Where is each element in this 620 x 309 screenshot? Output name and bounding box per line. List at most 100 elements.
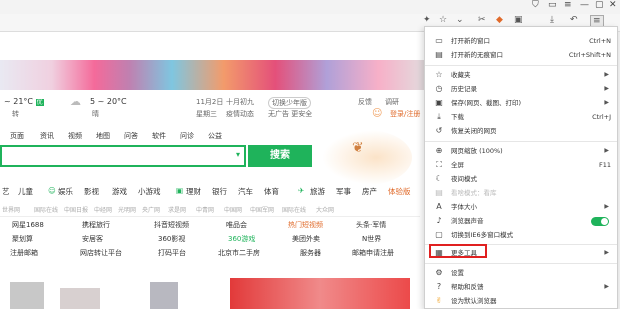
- site-link[interactable]: 头条·军情: [356, 220, 386, 230]
- site-link[interactable]: 唯品会: [226, 220, 247, 230]
- maximize-icon[interactable]: ▢: [595, 0, 604, 10]
- category-item[interactable]: 汽车: [238, 186, 253, 197]
- site-link[interactable]: 热门短视频: [288, 220, 323, 230]
- sound-toggle[interactable]: [591, 217, 609, 226]
- site-link[interactable]: 网星1688: [12, 220, 44, 230]
- site-link[interactable]: 注册邮箱: [10, 248, 38, 258]
- weather-today[interactable]: ~ 21°C 优: [4, 97, 44, 106]
- display-icon[interactable]: ▭: [548, 0, 557, 10]
- category-item[interactable]: 房产: [362, 186, 377, 197]
- tab-map[interactable]: 地图: [96, 131, 110, 141]
- menu-item-default-browser[interactable]: ✌ 设为默认浏览器: [425, 295, 617, 307]
- survey-link[interactable]: 调研: [385, 97, 399, 107]
- close-icon[interactable]: ✕: [609, 0, 617, 10]
- menu-item-font-size[interactable]: A 字体大小 ▶: [425, 201, 617, 213]
- shirt-icon[interactable]: ⛉: [532, 0, 539, 10]
- sparkle-icon[interactable]: ✦: [423, 15, 431, 25]
- site-link[interactable]: 北京市二手房: [218, 248, 260, 258]
- tab-software[interactable]: 软件: [152, 131, 166, 141]
- site-link[interactable]: 360影视: [158, 234, 185, 244]
- news-link[interactable]: 大众网: [316, 205, 334, 214]
- news-link[interactable]: 央广网: [142, 205, 160, 214]
- covid-link[interactable]: 疫情动态: [226, 109, 254, 119]
- category-item[interactable]: 旅游: [310, 186, 325, 197]
- tab-news[interactable]: 资讯: [40, 131, 54, 141]
- news-link[interactable]: 中国军网: [250, 205, 274, 214]
- news-link[interactable]: 求是网: [168, 205, 186, 214]
- menu-item-private-window[interactable]: ▤ 打开新的无痕窗口 Ctrl+Shift+N: [425, 49, 617, 61]
- menu-item-download[interactable]: ⤓ 下载 Ctrl+J: [425, 111, 617, 123]
- thumbnail[interactable]: [150, 282, 178, 309]
- thumbnail[interactable]: [60, 288, 100, 309]
- menu-item-sound[interactable]: ♪ 浏览器声音: [425, 215, 617, 227]
- promo-image[interactable]: [230, 278, 410, 309]
- category-item[interactable]: 体育: [264, 186, 279, 197]
- tab-charity[interactable]: 公益: [208, 131, 222, 141]
- category-item[interactable]: 娱乐: [58, 186, 73, 197]
- undo-icon[interactable]: ↶: [570, 15, 578, 25]
- category-item[interactable]: 银行: [212, 186, 227, 197]
- extension-icon[interactable]: ◆: [496, 15, 503, 25]
- site-link[interactable]: 服务器: [300, 248, 321, 258]
- search-input[interactable]: ▾: [0, 145, 246, 167]
- site-link[interactable]: 邮箱申请注册: [352, 248, 394, 258]
- minimize-icon[interactable]: —: [580, 0, 589, 10]
- site-link[interactable]: 网店转让平台: [80, 248, 122, 258]
- capture-icon[interactable]: ▣: [514, 15, 523, 25]
- site-link[interactable]: 美团外卖: [292, 234, 320, 244]
- menu-item-favorites[interactable]: ☆ 收藏夹 ▶: [425, 69, 617, 81]
- news-link[interactable]: 国际在线: [282, 205, 306, 214]
- menu-item-history[interactable]: ◷ 历史记录 ▶: [425, 83, 617, 95]
- site-link[interactable]: 安居客: [82, 234, 103, 244]
- news-link[interactable]: 国际在线: [34, 205, 58, 214]
- menu-item-fullscreen[interactable]: ⛶ 全屏 F11: [425, 159, 617, 171]
- site-link[interactable]: 360游戏: [228, 234, 255, 244]
- news-link[interactable]: 中国日报: [64, 205, 88, 214]
- avatar[interactable]: ☺: [372, 108, 382, 119]
- menu-item-help[interactable]: ? 帮助和反馈 ▶: [425, 281, 617, 293]
- banner-ad[interactable]: [0, 60, 430, 90]
- site-link[interactable]: 携程旅行: [82, 220, 110, 230]
- news-link[interactable]: 光明网: [118, 205, 136, 214]
- tab-video[interactable]: 视频: [68, 131, 82, 141]
- menu-item-new-window[interactable]: ▭ 打开新的窗口 Ctrl+N: [425, 35, 617, 47]
- menu-item-restore-closed[interactable]: ↺ 恢复关闭的网页: [425, 125, 617, 137]
- feedback-link[interactable]: 反馈: [358, 97, 372, 107]
- news-link[interactable]: 中青网: [196, 205, 214, 214]
- site-link[interactable]: 抖音短视频: [154, 220, 189, 230]
- tab-doctor[interactable]: 问诊: [180, 131, 194, 141]
- menu-lines-icon[interactable]: ≡: [564, 0, 572, 10]
- menu-item-label: 看啥模式：看库: [451, 189, 497, 197]
- category-item[interactable]: 理财: [186, 186, 201, 197]
- site-link[interactable]: 打码平台: [158, 248, 186, 258]
- kids-mode-button[interactable]: 切换少年版: [268, 97, 311, 109]
- login-link[interactable]: 登录/注册: [390, 109, 420, 119]
- menu-item-night-mode[interactable]: ☾ 夜间模式: [425, 173, 617, 185]
- scissors-icon[interactable]: ✂: [478, 15, 486, 25]
- menu-item-ie-mode[interactable]: ▢ 切换到IE6多窗口模式: [425, 229, 617, 241]
- site-link[interactable]: N世界: [362, 234, 381, 244]
- category-item[interactable]: 体验版: [388, 186, 411, 197]
- menu-item-zoom[interactable]: ⊕ 网页缩放 (100%) ▶: [425, 145, 617, 157]
- news-link[interactable]: 中经网: [94, 205, 112, 214]
- search-tab-first[interactable]: 页面: [10, 131, 24, 141]
- star-icon[interactable]: ☆: [439, 15, 447, 25]
- menu-item-settings[interactable]: ⚙ 设置: [425, 267, 617, 279]
- tomorrow-temp[interactable]: 5 ~ 20°C: [90, 97, 127, 106]
- menu-item-save[interactable]: ▣ 保存(网页、截图、打印) ▶: [425, 97, 617, 109]
- news-link[interactable]: 中国网: [224, 205, 242, 214]
- search-button[interactable]: 搜索: [248, 145, 312, 167]
- category-item[interactable]: 影视: [84, 186, 99, 197]
- thumbnail[interactable]: [10, 282, 44, 309]
- chevron-down-icon[interactable]: ▾: [236, 150, 240, 159]
- chevron-down-icon[interactable]: ⌄: [456, 15, 464, 25]
- news-link[interactable]: 世界网: [2, 205, 20, 214]
- category-item[interactable]: 军事: [336, 186, 351, 197]
- tab-qa[interactable]: 问答: [124, 131, 138, 141]
- site-link[interactable]: 聚划算: [12, 234, 33, 244]
- category-item[interactable]: 游戏: [112, 186, 127, 197]
- category-item[interactable]: 小游戏: [138, 186, 161, 197]
- category-item[interactable]: 艺: [2, 186, 10, 197]
- download-icon[interactable]: ⤓: [550, 15, 554, 25]
- category-item[interactable]: 儿童: [18, 186, 33, 197]
